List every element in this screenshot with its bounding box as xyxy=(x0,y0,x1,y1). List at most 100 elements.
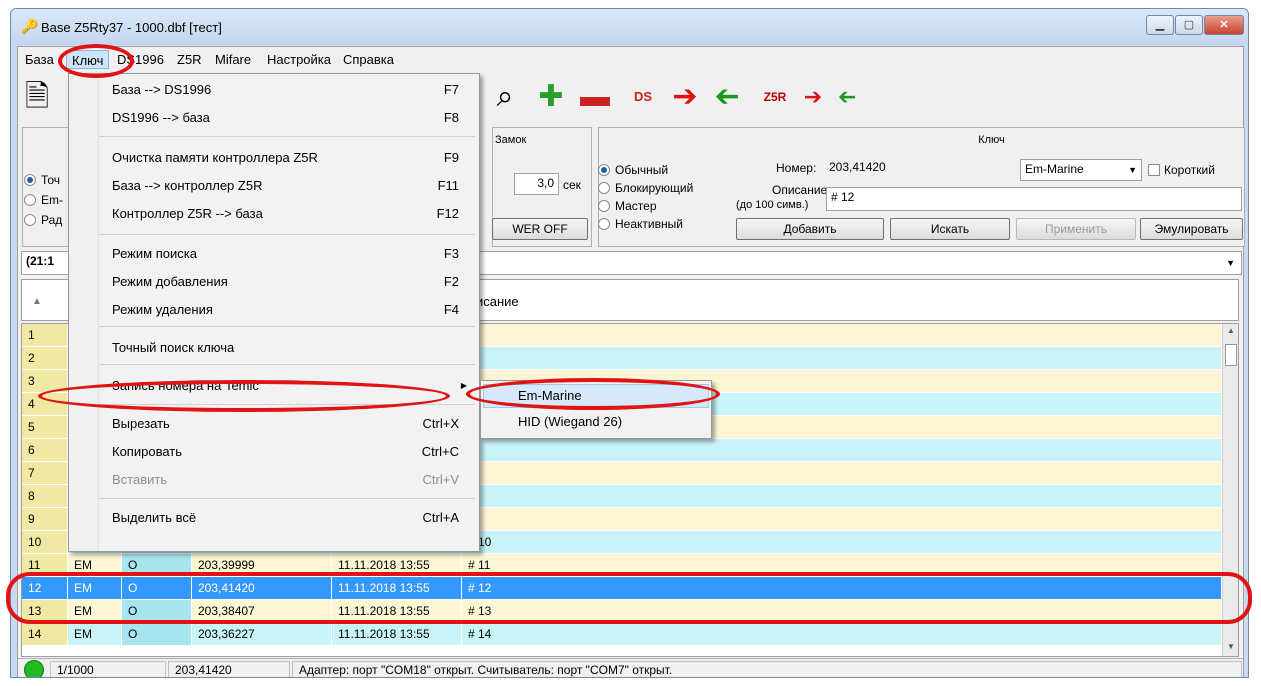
cell-description xyxy=(462,439,1222,461)
scroll-up-icon[interactable]: ▲ xyxy=(1225,326,1237,340)
key-menu-item[interactable]: Копировать Ctrl+C xyxy=(69,440,479,464)
key-menu-item[interactable]: База --> контроллер Z5R F11 xyxy=(69,174,479,198)
key-menu-item[interactable]: Вставить Ctrl+V xyxy=(69,468,479,492)
menu-item-label: Точный поиск ключа xyxy=(112,340,235,355)
key-menu-item[interactable]: Контроллер Z5R --> база F12 xyxy=(69,202,479,226)
submenu-item-hid[interactable]: HID (Wiegand 26) xyxy=(518,414,622,429)
menu-z5r[interactable]: Z5R xyxy=(172,50,207,69)
cell-key-number: 203,36227 xyxy=(192,623,332,645)
record-count: 1/1000 xyxy=(50,661,166,677)
emulate-button[interactable]: Эмулировать xyxy=(1140,218,1243,240)
description-label: Описание: xyxy=(772,183,831,197)
key-app-icon: 🔑 xyxy=(21,18,39,34)
radio-dot xyxy=(598,182,610,194)
key-menu-item[interactable]: Очистка памяти контроллера Z5R F9 xyxy=(69,146,479,170)
close-button[interactable]: ✕ xyxy=(1204,15,1244,35)
menu-item-shortcut: F8 xyxy=(443,110,459,125)
cell-row-number: 1 xyxy=(22,324,68,346)
highlight-ellipse-key-menu xyxy=(58,44,134,78)
z5r-read-icon[interactable]: ➔ xyxy=(796,78,830,116)
scroll-down-icon[interactable]: ▼ xyxy=(1225,642,1237,656)
cell-description: # 10 xyxy=(462,531,1222,553)
description-hint: (до 100 симв.) xyxy=(736,199,809,211)
menu-item-shortcut: F7 xyxy=(443,82,459,97)
description-input[interactable]: # 12 xyxy=(826,187,1242,211)
menu-settings[interactable]: Настройка xyxy=(262,50,336,69)
menu-item-label: Режим удаления xyxy=(112,302,213,317)
key-menu-item[interactable]: База --> DS1996 F7 xyxy=(69,78,479,102)
read-key-icon[interactable]: ➔ xyxy=(668,78,702,116)
search-key-icon[interactable]: ⌕ xyxy=(488,78,522,116)
table-row[interactable]: 14 EM O 203,36227 11.11.2018 13:55 # 14 xyxy=(22,623,1222,645)
key-menu-dropdown: База --> DS1996 F7 DS1996 --> база F8 Очистк… xyxy=(68,73,480,552)
key-menu-item[interactable]: Режим добавления F2 xyxy=(69,270,479,294)
menu-mifare[interactable]: Mifare xyxy=(210,50,256,69)
menu-item-shortcut: F9 xyxy=(443,150,459,165)
number-input[interactable]: 203,41420 xyxy=(824,157,1019,179)
key-menu-item[interactable]: DS1996 --> база F8 xyxy=(69,106,479,130)
lock-group-title: Замок xyxy=(495,134,527,146)
cell-flag: O xyxy=(122,623,192,645)
key-type-inactive[interactable]: Неактивный xyxy=(598,217,683,231)
write-key-icon[interactable]: ➔ xyxy=(710,78,744,116)
menu-baza[interactable]: База xyxy=(20,50,59,69)
key-menu-item[interactable]: Выделить всё Ctrl+A xyxy=(69,506,479,530)
key-menu-item[interactable]: Режим поиска F3 xyxy=(69,242,479,266)
title-bar[interactable]: 🔑 Base Z5Rty37 - 1000.dbf [тест] ▁ ▢ ✕ xyxy=(11,9,1248,45)
menu-item-label: База --> контроллер Z5R xyxy=(112,178,263,193)
find-button[interactable]: Искать xyxy=(890,218,1010,240)
menu-item-label: Вырезать xyxy=(112,416,170,431)
cell-description xyxy=(462,324,1222,346)
chevron-down-icon: ▼ xyxy=(1128,165,1137,175)
cell-type: EM xyxy=(68,623,122,645)
menu-help[interactable]: Справка xyxy=(338,50,399,69)
power-off-button[interactable]: WER OFF xyxy=(492,218,588,240)
key-type-master[interactable]: Мастер xyxy=(598,199,657,213)
menu-item-label: Копировать xyxy=(112,444,182,459)
radio-dot xyxy=(24,214,36,226)
radio-mode-1[interactable]: Точ xyxy=(24,173,60,187)
format-select[interactable]: Em-Marine ▼ xyxy=(1020,159,1142,181)
cell-description xyxy=(462,347,1222,369)
short-checkbox[interactable]: Короткий xyxy=(1148,163,1215,177)
radio-mode-2[interactable]: Em- xyxy=(24,193,63,207)
document-icon[interactable]: 🗎 xyxy=(20,78,54,116)
minimize-button[interactable]: ▁ xyxy=(1146,15,1174,35)
lock-time-unit: сек xyxy=(563,178,581,192)
z5r-write-icon[interactable]: ➔ xyxy=(830,78,864,116)
remove-key-icon[interactable]: ▬ xyxy=(578,78,612,116)
maximize-button[interactable]: ▢ xyxy=(1175,15,1203,35)
radio-dot xyxy=(598,200,610,212)
z5r-icon[interactable]: Z5R xyxy=(758,78,792,116)
cell-row-number: 7 xyxy=(22,462,68,484)
key-menu-item[interactable]: Вырезать Ctrl+X xyxy=(69,412,479,436)
time-filter-value: (21:1 xyxy=(26,254,55,268)
cell-description xyxy=(462,508,1222,530)
sort-ascending-icon[interactable]: ▲ xyxy=(32,296,42,307)
scroll-thumb[interactable] xyxy=(1225,344,1237,366)
radio-label: Em- xyxy=(41,193,63,207)
radio-mode-3[interactable]: Рад xyxy=(24,213,62,227)
add-button[interactable]: Добавить xyxy=(736,218,884,240)
cell-row-number: 2 xyxy=(22,347,68,369)
apply-button[interactable]: Применить xyxy=(1016,218,1136,240)
menu-item-shortcut: F3 xyxy=(443,246,459,261)
radio-label: Рад xyxy=(41,213,63,227)
lock-time-input[interactable]: 3,0 xyxy=(514,173,559,195)
column-description[interactable]: исание xyxy=(476,294,519,309)
menu-item-label: Очистка памяти контроллера Z5R xyxy=(112,150,318,165)
current-key: 203,41420 xyxy=(168,661,290,677)
ds1996-icon[interactable]: DS xyxy=(626,78,660,116)
key-type-blocking[interactable]: Блокирующий xyxy=(598,181,693,195)
key-type-normal[interactable]: Обычный xyxy=(598,163,668,177)
cell-row-number: 10 xyxy=(22,531,68,553)
add-key-icon[interactable]: ✚ xyxy=(534,78,568,116)
menu-item-label: Режим поиска xyxy=(112,246,197,261)
key-menu-item[interactable]: Режим удаления F4 xyxy=(69,298,479,322)
radio-dot xyxy=(24,194,36,206)
menu-item-shortcut: Ctrl+C xyxy=(421,444,459,459)
key-menu-item[interactable]: Точный поиск ключа xyxy=(69,336,479,360)
menu-separator xyxy=(99,498,475,499)
menu-item-shortcut: F11 xyxy=(437,178,459,193)
radio-dot xyxy=(24,174,36,186)
